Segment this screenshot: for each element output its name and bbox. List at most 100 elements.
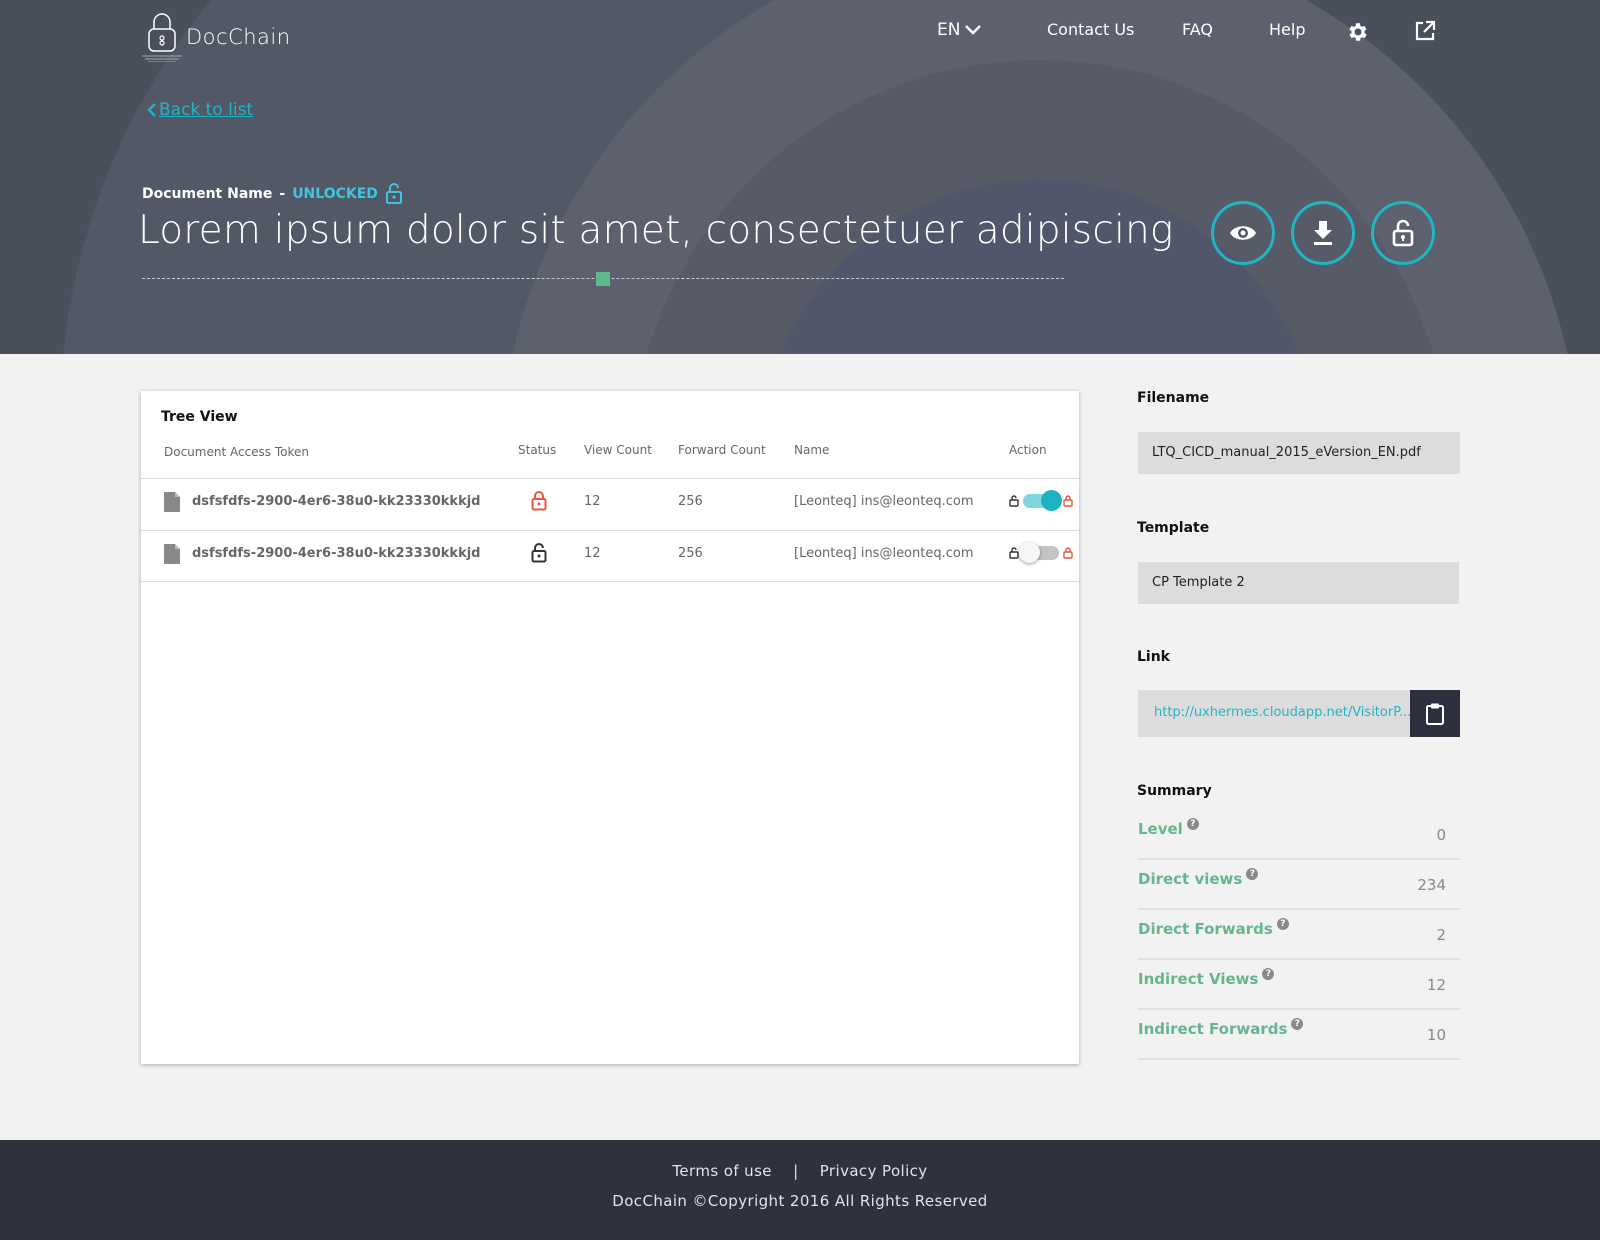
table-row[interactable]: dsfsfdfs-2900-4er6-38u0-kk23330kkkjd 12 … [141,478,1079,530]
footer-divider: | [793,1162,799,1180]
back-to-list-link[interactable]: Back to list [147,100,253,120]
summary-direct-forwards-value: 2 [1436,926,1446,944]
download-button[interactable] [1291,201,1355,265]
document-status: UNLOCKED [292,186,378,202]
link-label: Link [1137,649,1170,665]
summary-indirect-views-value: 12 [1426,976,1446,994]
language-selector[interactable]: EN [937,20,982,40]
chevron-down-icon [965,25,982,35]
summary-label: Summary [1137,783,1212,799]
filename-field[interactable]: LTQ_CICD_manual_2015_eVersion_EN.pdf [1138,432,1460,474]
unlocked-icon [531,543,547,563]
summary-direct-forwards-label: Direct Forwards [1138,920,1273,938]
lock-button[interactable] [1371,201,1435,265]
summary-indirect-forwards-value: 10 [1426,1026,1446,1044]
forward-count: 256 [678,494,703,509]
terms-of-use-link[interactable]: Terms of use [672,1162,772,1180]
copyright-text: DocChain ©Copyright 2016 All Rights Rese… [612,1192,988,1210]
document-meta: Document Name - UNLOCKED [142,183,403,205]
template-label: Template [1137,520,1210,536]
toggle-knob [1041,490,1062,511]
summary-row-level: Level ? 0 [1138,810,1460,860]
column-header-status: Status [518,443,557,457]
summary-level-label: Level [1138,820,1183,838]
table-row[interactable]: dsfsfdfs-2900-4er6-38u0-kk23330kkkjd 12 … [141,530,1079,582]
summary-item-label: Direct Forwards ? [1138,918,1289,938]
document-meta-separator: - [279,186,286,202]
summary-indirect-views-label: Indirect Views [1138,970,1259,988]
copy-link-button[interactable] [1410,690,1460,737]
summary-direct-views-value: 234 [1417,876,1446,894]
summary-row-indirect-views: Indirect Views ? 12 [1138,960,1460,1010]
view-button[interactable] [1211,201,1275,265]
tree-view-card: Tree View Document Access Token Status V… [141,391,1079,1064]
document-icon [164,492,180,512]
help-icon[interactable]: ? [1262,968,1275,980]
column-header-view-count: View Count [584,443,652,457]
external-link-icon[interactable] [1414,20,1436,42]
back-to-list-label: Back to list [159,100,254,120]
download-icon [1314,221,1332,245]
recipient-name: [Leonteq] ins@leonteq.com [794,546,974,561]
top-nav-bar: DocChain EN Contact Us FAQ Help [0,0,1600,64]
document-title: Lorem ipsum dolor sit amet, consectetuer… [138,208,1174,253]
forward-count: 256 [678,546,703,561]
app-name: DocChain [186,25,291,49]
help-icon[interactable]: ? [1246,868,1259,880]
access-token: dsfsfdfs-2900-4er6-38u0-kk23330kkkjd [192,494,481,509]
unlocked-icon [1392,219,1414,247]
summary-direct-views-label: Direct views [1138,870,1243,888]
hero-header: DocChain EN Contact Us FAQ Help Back to … [0,0,1600,354]
view-count: 12 [584,494,601,509]
summary-row-indirect-forwards: Indirect Forwards ? 10 [1138,1010,1460,1060]
unlocked-icon [385,183,402,204]
tree-view-title: Tree View [161,409,238,425]
summary-row-direct-views: Direct views ? 234 [1138,860,1460,910]
language-value: EN [937,20,961,40]
summary-item-label: Level ? [1138,818,1199,838]
column-header-token: Document Access Token [164,445,310,459]
summary-item-label: Direct views ? [1138,868,1259,888]
summary-level-value: 0 [1436,826,1446,844]
summary-indirect-forwards-label: Indirect Forwards [1138,1020,1288,1038]
recipient-name: [Leonteq] ins@leonteq.com [794,494,974,509]
summary-item-label: Indirect Views ? [1138,968,1275,988]
view-count: 12 [584,546,601,561]
lock-toggle[interactable] [1023,490,1062,511]
link-field[interactable]: http://uxhermes.cloudapp.net/VisitorP...… [1138,690,1410,737]
locked-icon [531,491,547,511]
unlocked-small-icon [1009,495,1019,507]
help-icon[interactable]: ? [1276,918,1289,930]
document-name-label: Document Name [142,186,273,202]
footer: Terms of use | Privacy Policy DocChain ©… [0,1140,1600,1240]
clipboard-icon [1426,703,1444,725]
locked-small-icon [1063,547,1073,559]
eye-icon [1230,226,1256,240]
padlock-logo-icon [142,13,182,62]
template-field[interactable]: CP Template 2 [1138,562,1459,604]
nav-contact-us[interactable]: Contact Us [1047,20,1134,39]
help-icon[interactable]: ? [1186,818,1199,830]
nav-faq[interactable]: FAQ [1182,20,1213,39]
summary-row-direct-forwards: Direct Forwards ? 2 [1138,910,1460,960]
column-header-action: Action [1009,443,1047,457]
lock-toggle-group [1009,490,1073,511]
chevron-left-icon [147,103,156,117]
filename-label: Filename [1137,390,1210,406]
footer-links: Terms of use | Privacy Policy [0,1162,1600,1180]
summary-item-label: Indirect Forwards ? [1138,1018,1304,1038]
privacy-policy-link[interactable]: Privacy Policy [820,1162,928,1180]
gear-icon[interactable] [1346,20,1370,44]
progress-marker [596,272,610,286]
column-header-forward-count: Forward Count [678,443,766,457]
app-logo[interactable]: DocChain [142,12,291,62]
unlocked-small-icon [1009,547,1019,559]
nav-help[interactable]: Help [1269,20,1305,39]
locked-small-icon [1063,495,1073,507]
lock-toggle[interactable] [1019,542,1059,563]
access-token: dsfsfdfs-2900-4er6-38u0-kk23330kkkjd [192,546,481,561]
column-header-name: Name [794,443,830,457]
toggle-knob [1019,542,1040,563]
document-icon [164,544,180,564]
help-icon[interactable]: ? [1291,1018,1304,1030]
